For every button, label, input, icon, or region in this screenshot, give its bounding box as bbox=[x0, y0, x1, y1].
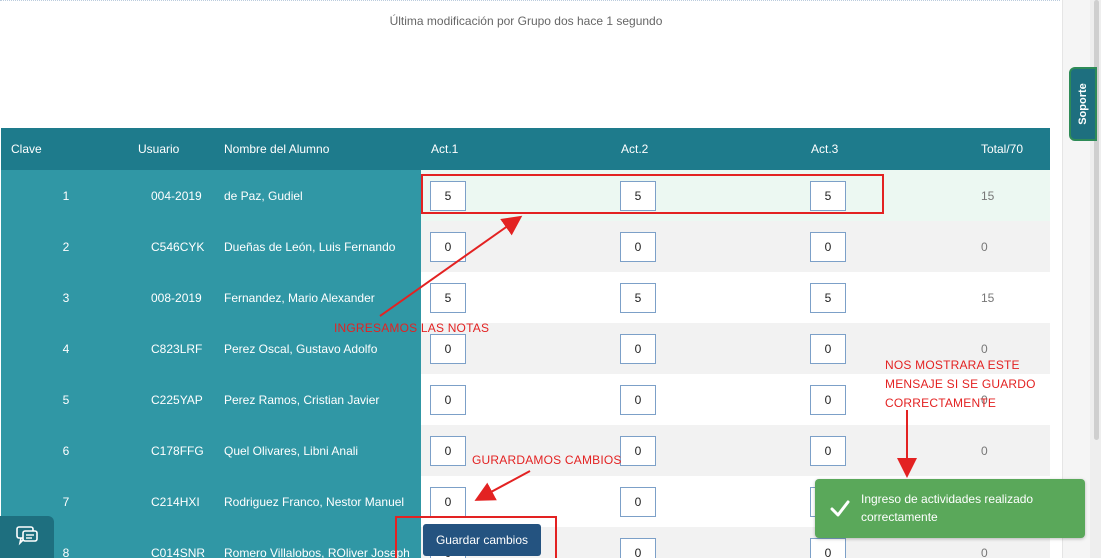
annotation-notas: INGRESAMOS LAS NOTAS bbox=[334, 321, 490, 335]
header-total: Total/70 bbox=[981, 128, 1050, 170]
toast-message: Ingreso de actividades realizado correct… bbox=[861, 492, 1034, 524]
chat-icon bbox=[16, 526, 38, 546]
cell-act2 bbox=[611, 221, 801, 272]
cell-total: 0 bbox=[981, 425, 1050, 476]
cell-act1 bbox=[421, 374, 611, 425]
cell-act2 bbox=[611, 425, 801, 476]
check-icon bbox=[830, 500, 850, 517]
cell-act1 bbox=[421, 272, 611, 323]
grade-input-act2[interactable] bbox=[620, 537, 656, 558]
chat-button[interactable] bbox=[0, 516, 54, 558]
grade-input-act3[interactable] bbox=[810, 333, 846, 364]
cell-clave: 3 bbox=[1, 272, 131, 323]
cell-clave: 2 bbox=[1, 221, 131, 272]
cell-usuario: C014SNR bbox=[131, 527, 214, 558]
cell-act1 bbox=[421, 221, 611, 272]
grade-input-act3[interactable] bbox=[810, 384, 846, 415]
cell-act2 bbox=[611, 527, 801, 558]
grade-input-act1[interactable] bbox=[430, 384, 466, 415]
annotation-mensaje-3: CORRECTAMENTE bbox=[885, 396, 997, 410]
annotation-mensaje-2: MENSAJE SI SE GUARDO bbox=[885, 377, 1036, 391]
cell-nombre: Perez Ramos, Cristian Javier bbox=[214, 374, 421, 425]
cell-usuario: 008-2019 bbox=[131, 272, 214, 323]
cell-usuario: C546CYK bbox=[131, 221, 214, 272]
header-act2: Act.2 bbox=[611, 128, 801, 170]
cell-clave: 4 bbox=[1, 323, 131, 374]
cell-act3 bbox=[801, 272, 981, 323]
cell-nombre: Rodriguez Franco, Nestor Manuel bbox=[214, 476, 421, 527]
grade-input-act1[interactable] bbox=[430, 282, 466, 313]
cell-usuario: C178FFG bbox=[131, 425, 214, 476]
cell-nombre: Fernandez, Mario Alexander bbox=[214, 272, 421, 323]
grade-input-act2[interactable] bbox=[620, 435, 656, 466]
grade-input-act1[interactable] bbox=[430, 486, 466, 517]
cell-act3 bbox=[801, 221, 981, 272]
cell-total: 15 bbox=[981, 272, 1050, 323]
cell-act2 bbox=[611, 272, 801, 323]
cell-act2 bbox=[611, 476, 801, 527]
grade-input-act3[interactable] bbox=[810, 282, 846, 313]
cell-clave: 6 bbox=[1, 425, 131, 476]
grade-input-act2[interactable] bbox=[620, 282, 656, 313]
cell-usuario: C823LRF bbox=[131, 323, 214, 374]
cell-act3 bbox=[801, 425, 981, 476]
grade-input-act1[interactable] bbox=[430, 435, 466, 466]
annotation-mensaje-1: NOS MOSTRARA ESTE bbox=[885, 358, 1020, 372]
cell-nombre: Dueñas de León, Luis Fernando bbox=[214, 221, 421, 272]
table-header-row: Clave Usuario Nombre del Alumno Act.1 Ac… bbox=[1, 128, 1050, 170]
header-act1: Act.1 bbox=[421, 128, 611, 170]
header-nombre: Nombre del Alumno bbox=[214, 128, 421, 170]
cell-act2 bbox=[611, 374, 801, 425]
annotation-guardar: GURARDAMOS CAMBIOS bbox=[472, 453, 622, 467]
save-changes-button[interactable]: Guardar cambios bbox=[423, 524, 541, 556]
scrollbar-thumb[interactable] bbox=[1094, 0, 1099, 440]
cell-total: 15 bbox=[981, 170, 1050, 221]
cell-total: 0 bbox=[981, 221, 1050, 272]
support-tab[interactable]: Soporte bbox=[1069, 67, 1097, 141]
grade-input-act2[interactable] bbox=[620, 486, 656, 517]
table-row: 3008-2019Fernandez, Mario Alexander 15 bbox=[1, 272, 1050, 323]
cell-nombre: de Paz, Gudiel bbox=[214, 170, 421, 221]
grade-input-act3[interactable] bbox=[810, 537, 846, 558]
cell-nombre: Quel Olivares, Libni Anali bbox=[214, 425, 421, 476]
grade-input-act2[interactable] bbox=[620, 231, 656, 262]
header-act3: Act.3 bbox=[801, 128, 981, 170]
header-clave: Clave bbox=[1, 128, 131, 170]
grade-input-act2[interactable] bbox=[620, 333, 656, 364]
cell-nombre: Romero Villalobos, ROliver Joseph bbox=[214, 527, 421, 558]
cell-usuario: C225YAP bbox=[131, 374, 214, 425]
cell-clave: 5 bbox=[1, 374, 131, 425]
grade-input-act3[interactable] bbox=[810, 435, 846, 466]
cell-clave: 1 bbox=[1, 170, 131, 221]
cell-usuario: 004-2019 bbox=[131, 170, 214, 221]
grade-input-act1[interactable] bbox=[430, 333, 466, 364]
highlight-box-grades bbox=[421, 174, 884, 214]
success-toast[interactable]: Ingreso de actividades realizado correct… bbox=[815, 479, 1085, 538]
cell-usuario: C214HXI bbox=[131, 476, 214, 527]
top-divider bbox=[0, 0, 1060, 1]
last-modified-text: Última modificación por Grupo dos hace 1… bbox=[389, 14, 663, 28]
grade-input-act1[interactable] bbox=[430, 231, 466, 262]
table-row: 2 C546CYK Dueñas de León, Luis Fernando 0 bbox=[1, 221, 1050, 272]
header-usuario: Usuario bbox=[131, 128, 214, 170]
support-tab-label: Soporte bbox=[1077, 83, 1089, 125]
grade-input-act2[interactable] bbox=[620, 384, 656, 415]
grade-input-act3[interactable] bbox=[810, 231, 846, 262]
cell-act2 bbox=[611, 323, 801, 374]
